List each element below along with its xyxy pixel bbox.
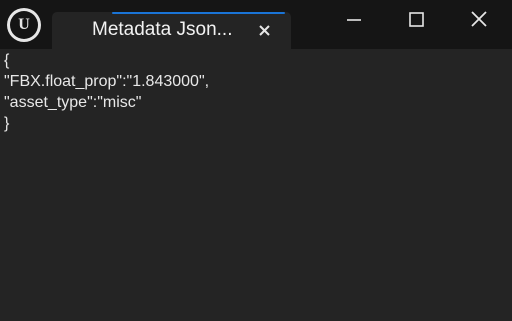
json-text-area[interactable]: { "FBX.float_prop":"1.843000", "asset_ty… [0,49,512,321]
metadata-json-window: U Metadata Json... {"FBX.float_prop":"1… [0,0,512,321]
title-bar[interactable]: U Metadata Json... [0,0,512,49]
tab-close-icon[interactable] [256,20,274,40]
minimize-button[interactable] [328,0,380,40]
json-line: { [4,52,10,69]
tab-metadata-json[interactable]: Metadata Json... [52,12,291,49]
tab-title: Metadata Json... [92,19,233,40]
maximize-button[interactable] [391,0,443,40]
minimize-icon [347,19,361,21]
window-close-button[interactable] [453,0,505,40]
json-line: "asset_type":"misc" [4,94,142,111]
json-line: "FBX.float_prop":"1.843000", [4,73,210,90]
logo-glyph: U [10,11,38,39]
json-line: } [4,115,10,132]
close-icon [471,11,487,27]
tab-active-indicator [112,12,285,14]
unreal-engine-logo-icon: U [7,8,41,42]
maximize-icon [409,12,424,27]
